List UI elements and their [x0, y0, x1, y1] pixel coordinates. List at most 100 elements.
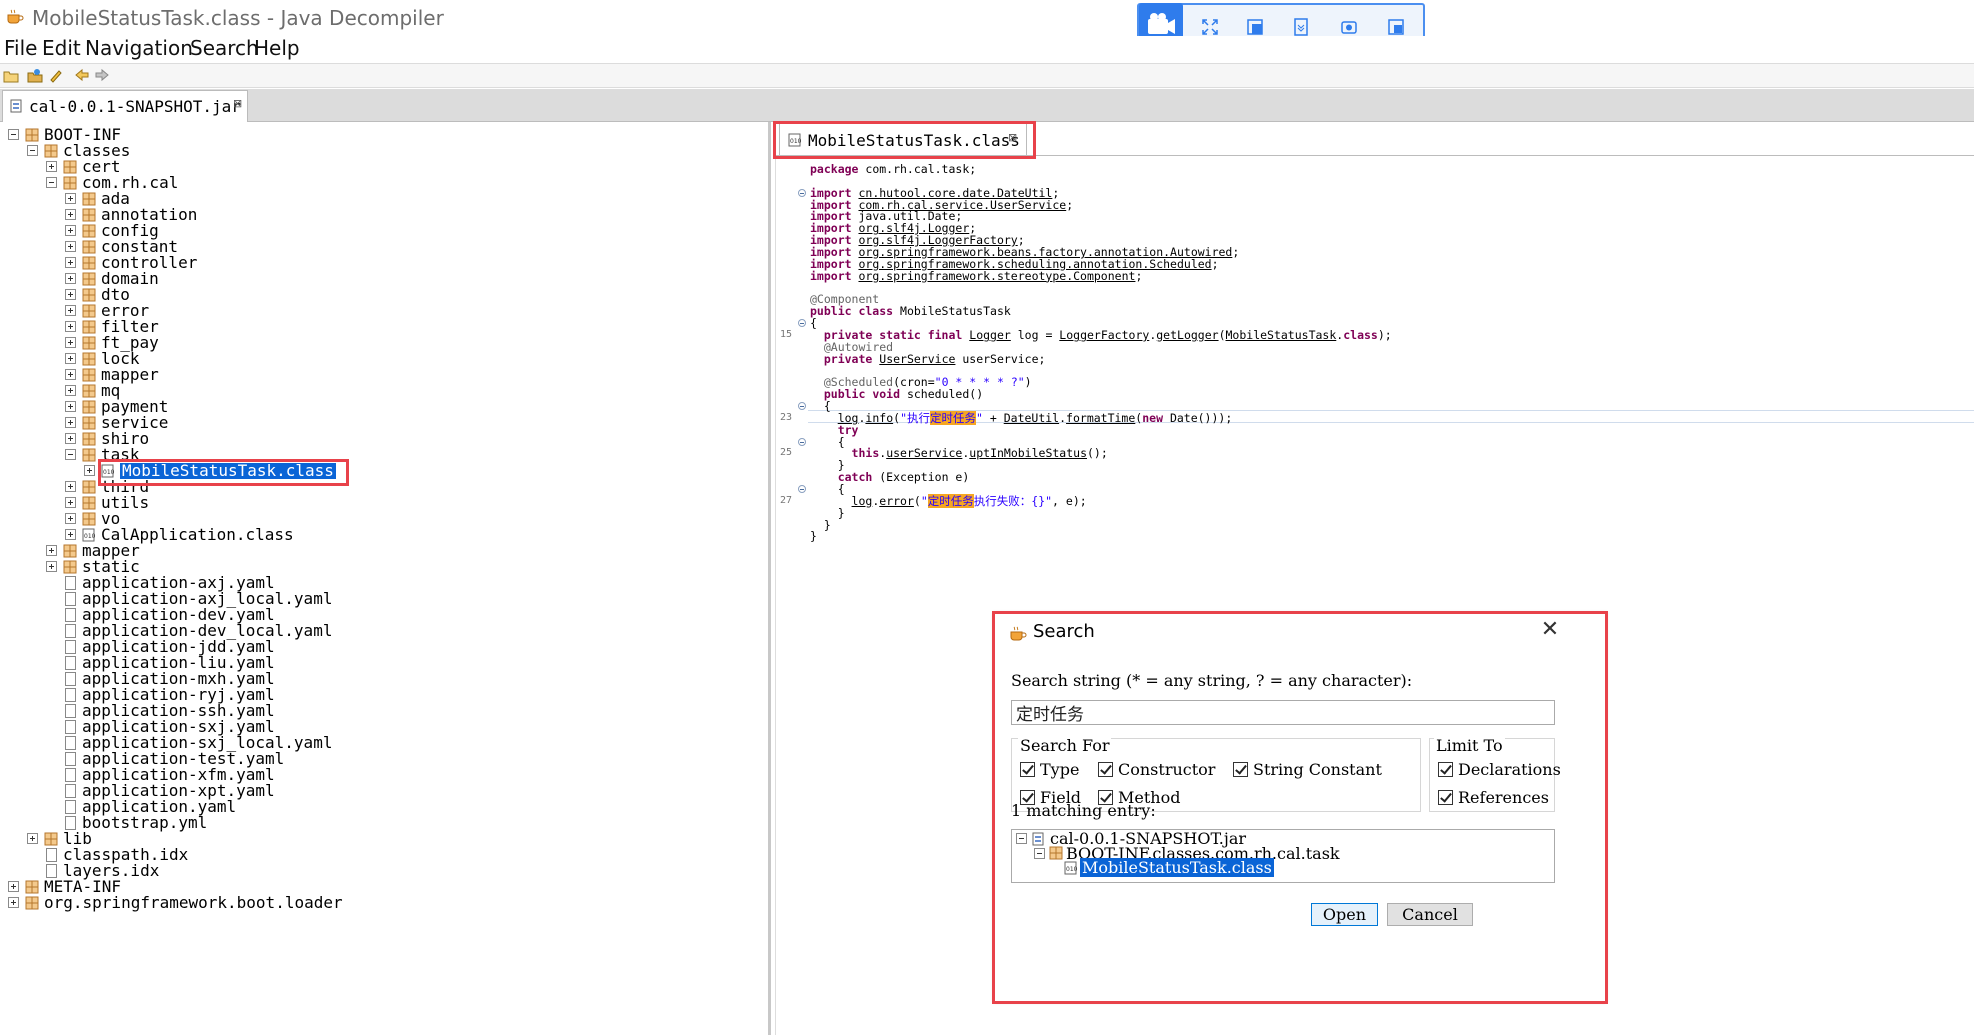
package-icon [82, 320, 96, 334]
expand-icon[interactable] [65, 193, 76, 204]
tree-item[interactable]: MobileStatusTask.class [120, 463, 336, 479]
collapse-icon[interactable] [27, 145, 38, 156]
expand-icon[interactable] [65, 385, 76, 396]
collapse-icon[interactable] [65, 449, 76, 460]
collapse-icon[interactable] [1016, 833, 1027, 844]
menu-help[interactable]: Help [254, 36, 300, 60]
constructor-checkbox[interactable] [1098, 762, 1113, 777]
forward-icon[interactable] [94, 68, 110, 83]
tree-item[interactable]: com.rh.cal [82, 175, 178, 191]
expand-icon[interactable] [65, 529, 76, 540]
code-line: package com.rh.cal.task; [810, 162, 977, 176]
menu-search[interactable]: Search [190, 36, 259, 60]
menu-file[interactable]: File [4, 36, 37, 60]
class-tab-close-icon[interactable]: ⊠ [1008, 131, 1017, 144]
menu-edit[interactable]: Edit [42, 36, 81, 60]
search-prompt: Search string (* = any string, ? = any c… [1011, 671, 1413, 690]
expand-icon[interactable] [65, 401, 76, 412]
screenshot-icon[interactable] [1340, 18, 1358, 36]
fold-icon[interactable] [798, 437, 806, 446]
code-line: public class MobileStatusTask [810, 304, 1011, 319]
menu-bar: File Edit Navigation Search Help [0, 36, 1974, 63]
package-icon [82, 288, 96, 302]
jar-tab-label: cal-0.0.1-SNAPSHOT.jar [29, 97, 241, 116]
class-tab-label: MobileStatusTask.class [808, 131, 1020, 150]
package-icon [82, 256, 96, 270]
expand-icon[interactable] [65, 497, 76, 508]
references-checkbox[interactable] [1438, 790, 1453, 805]
file-icon [65, 640, 76, 654]
package-icon [82, 272, 96, 286]
back-icon[interactable] [74, 68, 90, 83]
search-results[interactable]: cal-0.0.1-SNAPSHOT.jar BOOT-INF.classes.… [1011, 829, 1555, 883]
expand-icon[interactable] [65, 241, 76, 252]
declarations-checkbox[interactable] [1438, 762, 1453, 777]
region-icon[interactable] [1246, 18, 1264, 36]
fold-icon[interactable] [798, 484, 806, 493]
references-label: References [1458, 788, 1549, 807]
expand-icon[interactable] [65, 209, 76, 220]
expand-icon[interactable] [65, 369, 76, 380]
package-icon [82, 224, 96, 238]
collapse-icon[interactable] [1034, 848, 1045, 859]
class-file-icon: 010 [1064, 861, 1077, 875]
class-file-icon: 010 [788, 133, 801, 147]
jar-tab-close-icon[interactable]: ⊠ [233, 97, 242, 110]
package-icon [82, 192, 96, 206]
expand-icon[interactable] [65, 417, 76, 428]
line-number: 15 [780, 328, 793, 340]
expand-icon[interactable] [27, 833, 38, 844]
package-icon [82, 416, 96, 430]
limit-to-group: Limit To Declarations References [1429, 736, 1561, 812]
menu-navigation[interactable]: Navigation [85, 36, 193, 60]
window-title: MobileStatusTask.class - Java Decompiler [32, 6, 444, 30]
expand-icon[interactable] [65, 433, 76, 444]
jar-tab[interactable]: cal-0.0.1-SNAPSHOT.jar ⊠ [2, 90, 248, 122]
expand-icon[interactable] [46, 545, 57, 556]
expand-icon[interactable] [65, 289, 76, 300]
code-line: private static final Logger log = Logger… [823, 327, 1392, 342]
search-icon[interactable] [48, 68, 64, 83]
expand-icon[interactable] [65, 353, 76, 364]
expand-icon[interactable] [65, 481, 76, 492]
expand-icon[interactable] [8, 881, 19, 892]
collapse-icon[interactable] [46, 177, 57, 188]
fold-icon[interactable] [798, 188, 806, 197]
fullscreen-icon[interactable] [1201, 18, 1219, 36]
file-icon [65, 608, 76, 622]
package-icon [82, 480, 96, 494]
expand-icon[interactable] [65, 257, 76, 268]
file-icon [65, 656, 76, 670]
class-tab[interactable]: 010 MobileStatusTask.class ⊠ [779, 122, 1027, 155]
expand-icon[interactable] [8, 897, 19, 908]
open-type-icon[interactable] [27, 68, 43, 83]
code-line: import org.springframework.stereotype.Co… [810, 268, 1143, 283]
expand-icon[interactable] [65, 225, 76, 236]
cancel-button[interactable]: Cancel [1387, 903, 1473, 926]
expand-icon[interactable] [65, 305, 76, 316]
tree-item[interactable]: org.springframework.boot.loader [44, 895, 343, 911]
search-input[interactable] [1011, 700, 1555, 725]
expand-icon[interactable] [84, 465, 95, 476]
expand-icon[interactable] [46, 161, 57, 172]
collapse-icon[interactable] [8, 129, 19, 140]
expand-icon[interactable] [65, 337, 76, 348]
expand-icon[interactable] [65, 273, 76, 284]
jar-icon [10, 99, 22, 113]
expand-icon[interactable] [65, 513, 76, 524]
package-icon [63, 160, 77, 174]
window-capture-icon[interactable] [1387, 18, 1405, 36]
type-checkbox[interactable] [1020, 762, 1035, 777]
string-constant-checkbox[interactable] [1233, 762, 1248, 777]
result-class[interactable]: MobileStatusTask.class [1080, 858, 1274, 877]
open-button[interactable]: Open [1311, 903, 1378, 926]
open-file-icon[interactable] [3, 68, 19, 83]
expand-icon[interactable] [65, 321, 76, 332]
code-line: log.info("执行定时任务" + DateUtil.formatTime(… [837, 410, 1233, 425]
close-icon[interactable]: ✕ [1533, 616, 1567, 646]
fold-icon[interactable] [798, 319, 806, 328]
expand-icon[interactable] [46, 561, 57, 572]
tree-item[interactable]: bootstrap.yml [82, 815, 207, 831]
fold-icon[interactable] [798, 402, 806, 410]
scroll-capture-icon[interactable] [1292, 18, 1310, 36]
